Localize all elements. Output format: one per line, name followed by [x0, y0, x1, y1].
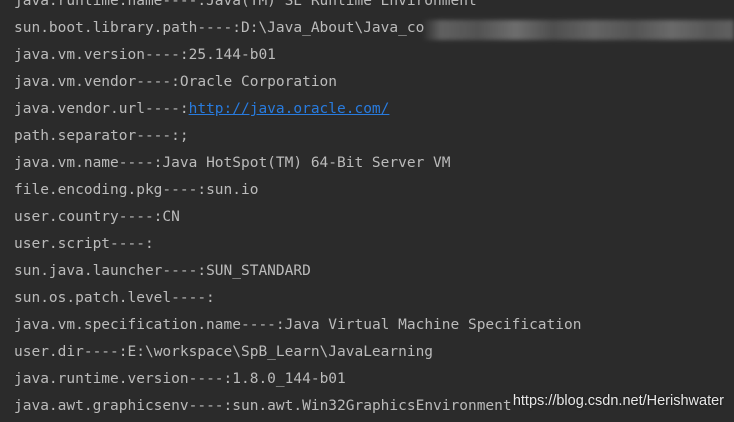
console-line: java.runtime.name----:Java(TM) SE Runtim…: [14, 0, 581, 15]
console-line: java.vm.version----:25.144-b01: [14, 42, 581, 69]
console-line: java.awt.graphicsenv----:sun.awt.Win32Gr…: [14, 393, 581, 420]
property-key: java.vm.version: [14, 47, 145, 63]
separator: ----:: [136, 74, 180, 90]
property-key: java.vm.name: [14, 155, 119, 171]
watermark: https://blog.csdn.net/Herishwater: [512, 393, 724, 409]
console-line: sun.os.patch.level----:: [14, 285, 581, 312]
separator: ----:: [171, 290, 215, 306]
console-line: user.dir----:E:\workspace\SpB_Learn\Java…: [14, 339, 581, 366]
property-key: java.vendor.url: [14, 101, 145, 117]
property-key: java.runtime.name: [14, 0, 163, 9]
console-line: java.runtime.version----:1.8.0_144-b01: [14, 366, 581, 393]
property-value: 25.144-b01: [188, 47, 276, 63]
separator: ----:: [118, 155, 163, 171]
property-value: sun.awt.Win32GraphicsEnvironment: [232, 398, 512, 414]
separator: ----:: [144, 47, 189, 63]
separator: ----:: [83, 344, 128, 360]
separator: ----:: [197, 20, 241, 36]
property-value: Java(TM) SE Runtime Environment: [206, 0, 477, 9]
console-line: path.separator----:;: [14, 123, 581, 150]
property-key: path.separator: [14, 128, 137, 144]
separator: ----:: [144, 101, 189, 117]
console-line: java.vm.vendor----:Oracle Corporation: [14, 69, 581, 96]
console-line: java.vm.specification.name----:Java Virt…: [14, 312, 581, 339]
property-value: Oracle Corporation: [179, 74, 338, 90]
console-line: file.encoding.pkg----:sun.io: [14, 177, 581, 204]
property-key: user.country: [14, 209, 119, 225]
property-key: sun.os.patch.level: [14, 290, 172, 306]
console-output[interactable]: java.runtime.name----:Java(TM) SE Runtim…: [0, 0, 734, 422]
property-key: java.vm.specification.name: [14, 317, 241, 333]
console-line: user.country----:CN: [14, 204, 581, 231]
console-line: user.script----:: [14, 231, 581, 258]
separator: ----:: [162, 263, 207, 279]
property-key: java.vm.vendor: [14, 74, 137, 90]
property-value: 1.8.0_144-b01: [232, 371, 346, 387]
console-line: sun.java.launcher----:SUN_STANDARD: [14, 258, 581, 285]
property-value: SUN_STANDARD: [206, 263, 311, 279]
separator: ----:: [110, 236, 154, 252]
separator: ----:: [188, 371, 233, 387]
property-key: file.encoding.pkg: [14, 182, 163, 198]
separator: ----:: [240, 317, 285, 333]
console-line: java.vm.name----:Java HotSpot(TM) 64-Bit…: [14, 150, 581, 177]
vendor-url-link[interactable]: http://java.oracle.com/: [189, 101, 390, 117]
property-key: sun.boot.library.path: [14, 20, 198, 36]
property-value: sun.io: [206, 182, 259, 198]
property-value: D:\Java_About\Java_co: [240, 20, 425, 36]
separator: ----:: [162, 182, 207, 198]
separator: ----:: [118, 209, 163, 225]
console-line: java.vendor.url----:http://java.oracle.c…: [14, 96, 581, 123]
property-key: java.awt.graphicsenv: [14, 398, 189, 414]
separator: ----:: [188, 398, 233, 414]
separator: ----:: [136, 128, 180, 144]
property-key: user.script: [14, 236, 111, 252]
property-key: java.runtime.version: [14, 371, 189, 387]
property-value: Java HotSpot(TM) 64-Bit Server VM: [162, 155, 451, 171]
console-lines: java.runtime.name----:Java(TM) SE Runtim…: [14, 0, 581, 420]
property-value: Java Virtual Machine Specification: [284, 317, 582, 333]
separator: ----:: [162, 0, 207, 9]
property-key: user.dir: [14, 344, 84, 360]
redacted-blur: [422, 20, 734, 40]
property-value: CN: [162, 209, 180, 225]
property-value: ;: [179, 128, 189, 144]
property-key: sun.java.launcher: [14, 263, 163, 279]
property-value: E:\workspace\SpB_Learn\JavaLearning: [127, 344, 434, 360]
